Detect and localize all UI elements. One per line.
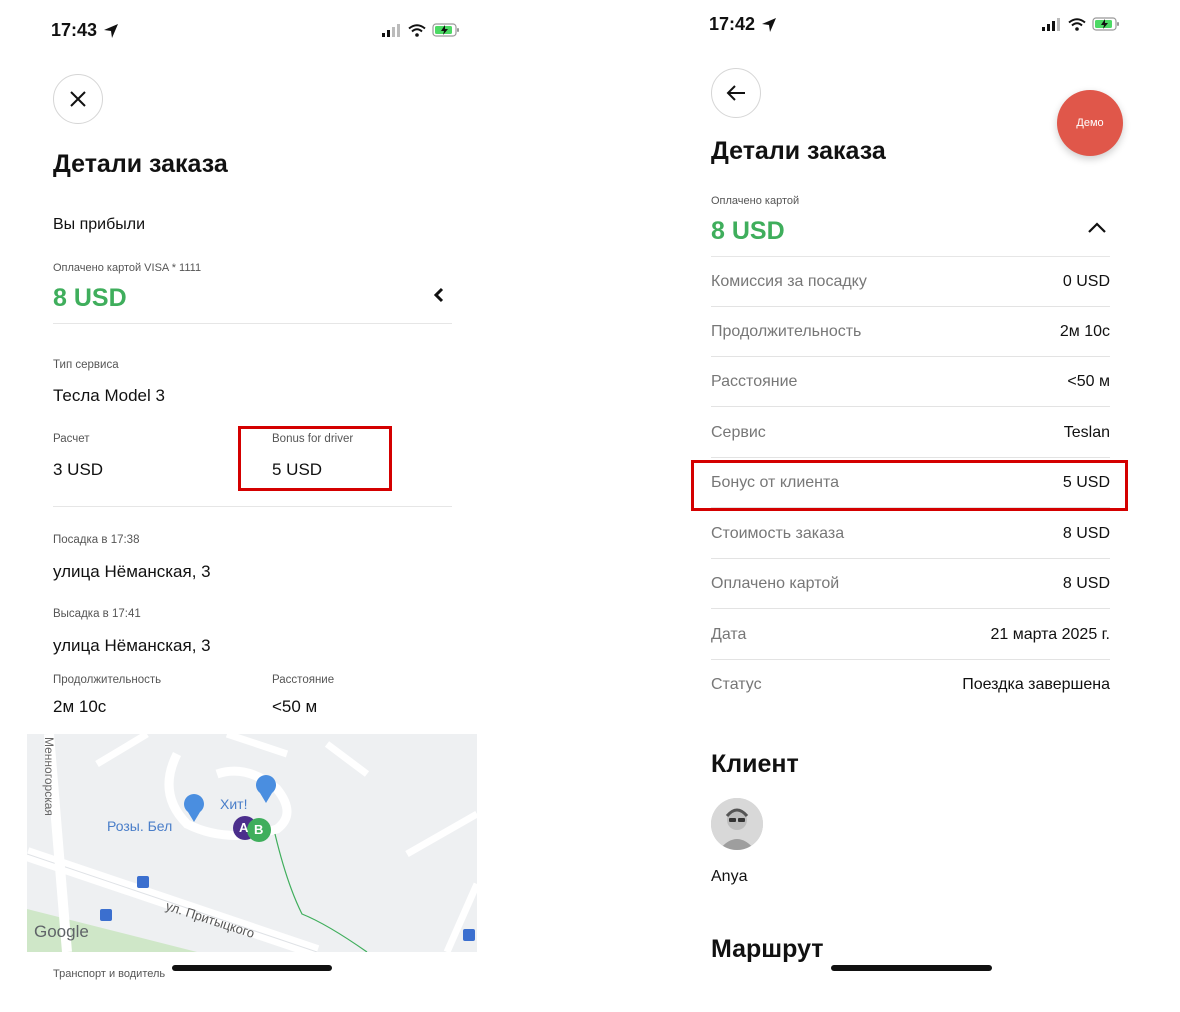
map-poi-label: Хит! bbox=[220, 796, 248, 812]
collapse-price-button[interactable] bbox=[1086, 220, 1108, 241]
detail-row: Дата 21 марта 2025 г. bbox=[711, 610, 1110, 660]
chevron-up-icon bbox=[1088, 222, 1106, 233]
close-icon bbox=[70, 91, 86, 107]
duration-label: Продолжительность bbox=[53, 674, 162, 686]
status-time: 17:42 bbox=[709, 14, 756, 34]
google-logo: Google bbox=[34, 922, 89, 941]
status-time: 17:43 bbox=[51, 20, 98, 40]
client-name: Anya bbox=[711, 868, 748, 885]
paid-label: Оплачено картой bbox=[711, 195, 800, 207]
wifi-icon bbox=[1068, 17, 1086, 31]
detail-row: Стоимость заказа 8 USD bbox=[711, 509, 1110, 559]
duration-value: 2м 10с bbox=[53, 697, 107, 716]
map-street-label: Менногорская bbox=[42, 737, 56, 816]
home-indicator bbox=[831, 965, 992, 971]
chevron-left-icon bbox=[433, 287, 444, 303]
paid-label: Оплачено картой VISA * 1111 bbox=[53, 262, 202, 274]
row-value: 8 USD bbox=[1062, 524, 1110, 542]
wifi-icon bbox=[408, 23, 426, 37]
status-icons bbox=[382, 23, 460, 37]
row-label: Комиссия за посадку bbox=[711, 272, 867, 290]
row-label: Продолжительность bbox=[711, 322, 862, 340]
row-value: <50 м bbox=[1067, 372, 1110, 390]
map-poi-label: Розы. Бел bbox=[107, 818, 173, 834]
row-value: 0 USD bbox=[1062, 272, 1110, 290]
detail-row: Оплачено картой 8 USD bbox=[711, 559, 1110, 609]
demo-button[interactable]: Демо bbox=[1057, 90, 1123, 156]
client-section-title: Клиент bbox=[711, 750, 799, 778]
battery-charging-icon bbox=[432, 23, 459, 37]
row-label: Оплачено картой bbox=[711, 574, 840, 592]
home-indicator bbox=[172, 965, 332, 971]
location-arrow-icon bbox=[104, 23, 119, 38]
arrived-status: Вы прибыли bbox=[53, 216, 146, 233]
row-value: Поездка завершена bbox=[962, 676, 1110, 693]
row-value: 2м 10с bbox=[1059, 322, 1110, 340]
row-value: Teslan bbox=[1063, 423, 1110, 441]
page-title: Детали заказа bbox=[711, 137, 886, 165]
row-value: 8 USD bbox=[1062, 574, 1110, 592]
pickup-label: Посадка в 17:38 bbox=[53, 534, 140, 546]
page-title: Детали заказа bbox=[53, 150, 228, 178]
detail-row: Расстояние <50 м bbox=[711, 357, 1110, 407]
battery-charging-icon bbox=[1092, 17, 1119, 31]
map-drawing bbox=[27, 734, 477, 952]
detail-row: Сервис Teslan bbox=[711, 408, 1110, 458]
detail-row: Продолжительность 2м 10с bbox=[711, 307, 1110, 357]
bonus-value: 5 USD bbox=[272, 460, 323, 479]
distance-value: <50 м bbox=[272, 697, 318, 716]
signal-icon bbox=[382, 23, 400, 37]
status-bar-time-group: 17:42 bbox=[709, 14, 777, 35]
divider bbox=[53, 323, 452, 324]
price-value: 8 USD bbox=[711, 217, 785, 245]
back-arrow-icon bbox=[726, 85, 745, 101]
distance-label: Расстояние bbox=[272, 674, 335, 686]
pickup-address: улица Нёманская, 3 bbox=[53, 562, 211, 581]
divider bbox=[53, 506, 452, 507]
avatar-image bbox=[711, 798, 763, 850]
detail-row: Комиссия за посадку 0 USD bbox=[711, 257, 1110, 307]
route-section-title: Маршрут bbox=[711, 935, 824, 963]
avatar[interactable] bbox=[711, 798, 763, 850]
price-value: 8 USD bbox=[53, 284, 127, 312]
row-label: Стоимость заказа bbox=[711, 524, 845, 542]
row-label: Дата bbox=[711, 625, 747, 643]
row-label: Сервис bbox=[711, 423, 766, 441]
next-section-label: Транспорт и водитель bbox=[53, 968, 166, 980]
map-marker-b: B bbox=[254, 822, 264, 837]
route-map[interactable]: Менногорская Хит! Розы. Бел ул. Притыцко… bbox=[27, 734, 477, 952]
row-label: Расстояние bbox=[711, 372, 798, 390]
right-screen: 17:42 Демо Детали заказа Оплачено картой… bbox=[680, 0, 1180, 1012]
expand-price-button[interactable] bbox=[430, 285, 448, 310]
location-arrow-icon bbox=[762, 17, 777, 32]
row-value: 21 марта 2025 г. bbox=[990, 625, 1110, 643]
bonus-label: Bonus for driver bbox=[272, 433, 354, 445]
detail-row: Статус Поездка завершена bbox=[711, 660, 1110, 710]
dropoff-address: улица Нёманская, 3 bbox=[53, 636, 211, 655]
bonus-highlight-box bbox=[691, 460, 1128, 511]
left-screen: 17:43 Детали заказа Вы прибыли Оплачено … bbox=[0, 0, 500, 1012]
service-label: Тип сервиса bbox=[53, 359, 119, 371]
status-icons bbox=[1042, 17, 1120, 31]
close-button[interactable] bbox=[53, 74, 103, 124]
service-value: Тесла Model 3 bbox=[53, 386, 165, 405]
signal-icon bbox=[1042, 17, 1060, 31]
row-label: Статус bbox=[711, 676, 762, 693]
back-button[interactable] bbox=[711, 68, 761, 118]
dropoff-label: Высадка в 17:41 bbox=[53, 608, 141, 620]
status-bar-time-group: 17:43 bbox=[51, 20, 119, 41]
map-marker-a: A bbox=[239, 820, 249, 835]
calc-label: Расчет bbox=[53, 433, 90, 445]
calc-value: 3 USD bbox=[53, 460, 104, 479]
